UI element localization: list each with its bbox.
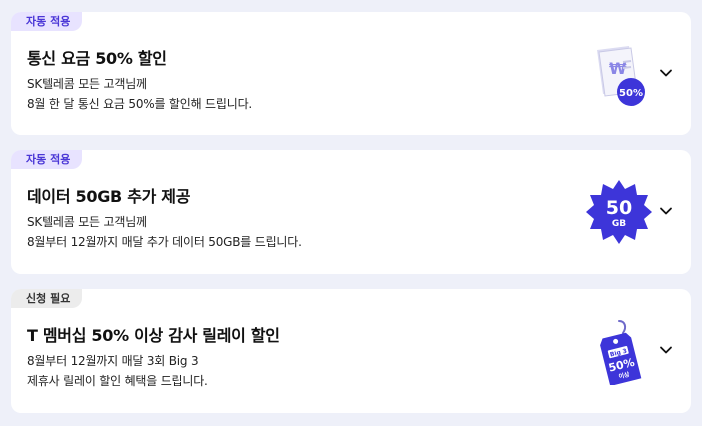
offer-title: 데이터 50GB 추가 제공 bbox=[27, 187, 191, 206]
offer-title: T 멤버십 50% 이상 감사 릴레이 할인 bbox=[27, 326, 280, 345]
offer-description-line: SK텔레콤 모든 고객님께 bbox=[27, 215, 147, 229]
status-badge: 자동 적용 bbox=[11, 12, 83, 31]
offer-description: 8월부터 12월까지 매달 3회 Big 3 제휴사 릴레이 할인 혜택을 드립… bbox=[27, 351, 208, 391]
chevron-down-icon[interactable] bbox=[659, 66, 673, 80]
data-burst-icon: 50 GB bbox=[586, 180, 652, 244]
status-badge: 자동 적용 bbox=[11, 150, 83, 169]
offer-description: SK텔레콤 모든 고객님께 8월부터 12월까지 매달 추가 데이터 50GB를… bbox=[27, 212, 302, 252]
offer-description-line: 제휴사 릴레이 할인 혜택을 드립니다. bbox=[27, 374, 208, 388]
offer-card-membership-relay[interactable]: 신청 필요 T 멤버십 50% 이상 감사 릴레이 할인 8월부터 12월까지 … bbox=[11, 289, 691, 413]
offer-card-bill-discount[interactable]: 자동 적용 통신 요금 50% 할인 SK텔레콤 모든 고객님께 8월 한 달 … bbox=[11, 12, 691, 135]
offer-description-line: 8월부터 12월까지 매달 추가 데이터 50GB를 드립니다. bbox=[27, 235, 302, 249]
chevron-down-icon[interactable] bbox=[659, 204, 673, 218]
offer-description: SK텔레콤 모든 고객님께 8월 한 달 통신 요금 50%를 할인해 드립니다… bbox=[27, 74, 252, 114]
offer-description-line: 8월부터 12월까지 매달 3회 Big 3 bbox=[27, 354, 199, 368]
offer-description-line: 8월 한 달 통신 요금 50%를 할인해 드립니다. bbox=[27, 97, 253, 111]
price-tag-icon: Big 3 50% 이상 bbox=[600, 320, 642, 385]
receipt-discount-icon: ₩ 50% bbox=[597, 46, 645, 106]
offer-title: 통신 요금 50% 할인 bbox=[27, 49, 167, 68]
data-unit-label: GB bbox=[612, 219, 626, 229]
offer-card-data-bonus[interactable]: 자동 적용 데이터 50GB 추가 제공 SK텔레콤 모든 고객님께 8월부터 … bbox=[11, 150, 691, 274]
chevron-down-icon[interactable] bbox=[659, 343, 673, 357]
data-amount-label: 50 bbox=[606, 197, 632, 219]
status-badge: 신청 필요 bbox=[11, 289, 83, 308]
offer-description-line: SK텔레콤 모든 고객님께 bbox=[27, 77, 147, 91]
discount-percent-label: 50% bbox=[619, 88, 643, 99]
